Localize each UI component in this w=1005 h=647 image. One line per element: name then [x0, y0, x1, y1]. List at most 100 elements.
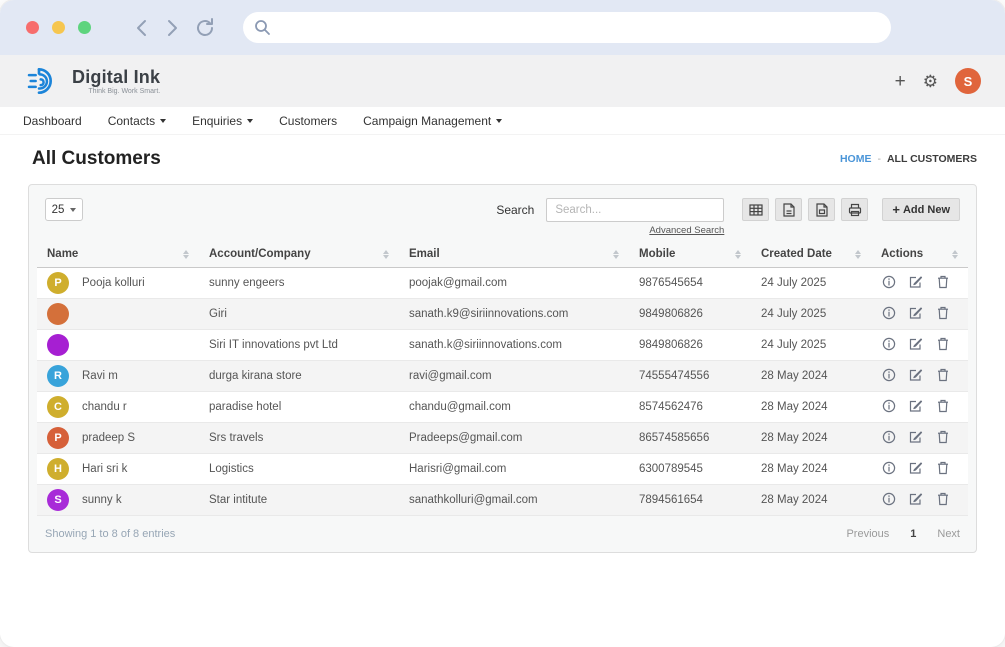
- column-header-actions[interactable]: Actions: [871, 242, 968, 268]
- edit-icon[interactable]: [908, 430, 923, 444]
- delete-icon[interactable]: [935, 399, 950, 413]
- avatar: P: [47, 427, 69, 449]
- nav-item-customers[interactable]: Customers: [279, 114, 337, 128]
- customer-company: Srs travels: [199, 423, 399, 454]
- edit-icon[interactable]: [908, 275, 923, 289]
- info-icon[interactable]: [881, 492, 896, 506]
- customer-email: ravi@gmail.com: [399, 361, 629, 392]
- column-visibility-button[interactable]: [742, 198, 769, 221]
- customer-name: chandu r: [82, 401, 127, 413]
- sort-icon: [613, 250, 619, 259]
- customer-company: paradise hotel: [199, 392, 399, 423]
- printer-icon: [848, 203, 862, 217]
- column-header-created-date[interactable]: Created Date: [751, 242, 871, 268]
- edit-icon[interactable]: [908, 461, 923, 475]
- header-actions: + ⚙ S: [895, 68, 981, 94]
- breadcrumb-home-link[interactable]: HOME: [840, 153, 872, 165]
- info-icon[interactable]: [881, 306, 896, 320]
- table-toolbar: 25 Search Advanced Search: [37, 198, 968, 234]
- delete-icon[interactable]: [935, 275, 950, 289]
- address-bar[interactable]: [243, 12, 891, 43]
- delete-icon[interactable]: [935, 306, 950, 320]
- edit-icon[interactable]: [908, 492, 923, 506]
- customer-name: pradeep S: [82, 432, 135, 444]
- customer-email: sanath.k@siriinnovations.com: [399, 330, 629, 361]
- breadcrumb: HOME - ALL CUSTOMERS: [840, 153, 977, 165]
- customer-company: Siri IT innovations pvt Ltd: [199, 330, 399, 361]
- pagination-page-1[interactable]: 1: [910, 528, 916, 540]
- add-new-button[interactable]: + Add New: [882, 198, 960, 221]
- customer-mobile: 8574562476: [629, 392, 751, 423]
- column-header-email[interactable]: Email: [399, 242, 629, 268]
- edit-icon[interactable]: [908, 399, 923, 413]
- info-icon[interactable]: [881, 275, 896, 289]
- minimize-window-button[interactable]: [52, 21, 65, 34]
- advanced-search-link[interactable]: Advanced Search: [649, 225, 724, 236]
- info-icon[interactable]: [881, 337, 896, 351]
- customer-mobile: 6300789545: [629, 454, 751, 485]
- title-row: All Customers HOME - ALL CUSTOMERS: [0, 135, 1005, 180]
- edit-icon[interactable]: [908, 368, 923, 382]
- search-input[interactable]: [546, 198, 724, 222]
- customer-created-date: 24 July 2025: [751, 299, 871, 330]
- export-excel-button[interactable]: [775, 198, 802, 221]
- maximize-window-button[interactable]: [78, 21, 91, 34]
- delete-icon[interactable]: [935, 492, 950, 506]
- delete-icon[interactable]: [935, 461, 950, 475]
- brand-name: Digital Ink: [72, 68, 160, 86]
- print-button[interactable]: [841, 198, 868, 221]
- edit-icon[interactable]: [908, 337, 923, 351]
- add-icon[interactable]: +: [895, 72, 906, 91]
- pagination-previous[interactable]: Previous: [846, 528, 889, 540]
- nav-item-campaign-management[interactable]: Campaign Management: [363, 114, 502, 128]
- sort-icon: [855, 250, 861, 259]
- customer-email: poojak@gmail.com: [399, 268, 629, 299]
- customer-mobile: 7894561654: [629, 485, 751, 516]
- delete-icon[interactable]: [935, 368, 950, 382]
- plus-icon: +: [892, 202, 900, 217]
- delete-icon[interactable]: [935, 337, 950, 351]
- export-pdf-button[interactable]: [808, 198, 835, 221]
- customer-created-date: 28 May 2024: [751, 485, 871, 516]
- column-header-mobile[interactable]: Mobile: [629, 242, 751, 268]
- column-header-name[interactable]: Name: [37, 242, 199, 268]
- customer-created-date: 24 July 2025: [751, 330, 871, 361]
- url-input[interactable]: [277, 20, 880, 35]
- back-button[interactable]: [134, 18, 150, 38]
- customer-table-body: PPooja kolluri sunny engeers poojak@gmai…: [37, 268, 968, 516]
- nav-item-dashboard[interactable]: Dashboard: [23, 114, 82, 128]
- table-row: Ppradeep S Srs travels Pradeeps@gmail.co…: [37, 423, 968, 454]
- nav-item-enquiries[interactable]: Enquiries: [192, 114, 253, 128]
- reload-button[interactable]: [194, 17, 216, 39]
- customer-created-date: 28 May 2024: [751, 392, 871, 423]
- close-window-button[interactable]: [26, 21, 39, 34]
- info-icon[interactable]: [881, 461, 896, 475]
- table-grid-icon: [749, 204, 763, 216]
- avatar: [47, 303, 69, 325]
- avatar: P: [47, 272, 69, 294]
- info-icon[interactable]: [881, 368, 896, 382]
- table-footer: Showing 1 to 8 of 8 entries Previous 1 N…: [37, 516, 968, 544]
- column-header-account-company[interactable]: Account/Company: [199, 242, 399, 268]
- info-icon[interactable]: [881, 399, 896, 413]
- page-size-select[interactable]: 25: [45, 198, 83, 221]
- table-row: Ssunny k Star intitute sanathkolluri@gma…: [37, 485, 968, 516]
- delete-icon[interactable]: [935, 430, 950, 444]
- customer-created-date: 28 May 2024: [751, 361, 871, 392]
- info-icon[interactable]: [881, 430, 896, 444]
- settings-gear-icon[interactable]: ⚙: [923, 73, 938, 90]
- user-avatar[interactable]: S: [955, 68, 981, 94]
- brand-logo[interactable]: Digital Ink Think Big. Work Smart.: [24, 63, 160, 99]
- customer-name: Pooja kolluri: [82, 277, 145, 289]
- avatar: H: [47, 458, 69, 480]
- customer-email: sanath.k9@siriinnovations.com: [399, 299, 629, 330]
- digital-ink-logo-icon: [24, 63, 64, 99]
- customer-name: sunny k: [82, 494, 122, 506]
- excel-file-icon: [783, 203, 795, 217]
- table-row: Cchandu r paradise hotel chandu@gmail.co…: [37, 392, 968, 423]
- pagination-next[interactable]: Next: [937, 528, 960, 540]
- nav-item-contacts[interactable]: Contacts: [108, 114, 166, 128]
- brand-tagline: Think Big. Work Smart.: [88, 88, 160, 95]
- forward-button[interactable]: [164, 18, 180, 38]
- edit-icon[interactable]: [908, 306, 923, 320]
